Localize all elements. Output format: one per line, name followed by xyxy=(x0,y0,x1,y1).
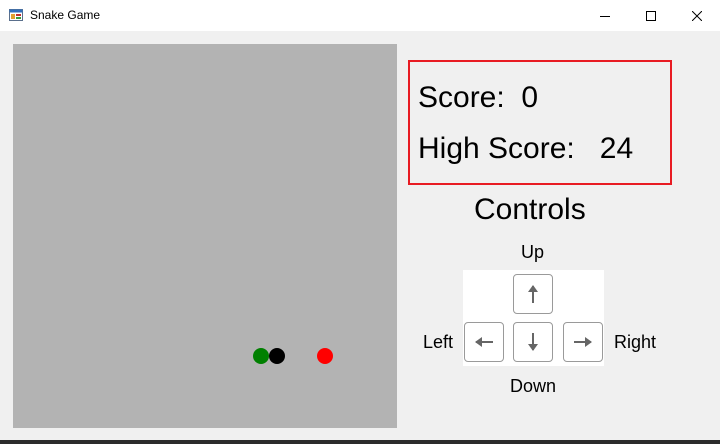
maximize-icon xyxy=(646,10,656,21)
game-board xyxy=(13,44,397,428)
score-label: Score: xyxy=(418,81,505,114)
score-panel xyxy=(408,60,672,185)
arrow-right-icon xyxy=(574,337,592,347)
score-value: 0 xyxy=(521,81,539,114)
window-title: Snake Game xyxy=(30,8,101,22)
high-score-row: High Score: 24 xyxy=(418,132,633,166)
high-score-label: High Score: xyxy=(418,132,575,165)
snake-head xyxy=(253,348,269,364)
left-label: Left xyxy=(423,332,454,352)
arrow-down-icon xyxy=(528,333,538,351)
close-icon xyxy=(692,10,702,21)
app-icon xyxy=(9,9,23,21)
window-bottom-edge xyxy=(0,440,720,444)
arrow-left-icon xyxy=(475,337,493,347)
down-label: Down xyxy=(510,376,557,396)
up-label: Up xyxy=(521,242,545,262)
down-button[interactable] xyxy=(513,322,553,362)
arrow-up-icon xyxy=(528,285,538,303)
title-bar: Snake Game xyxy=(0,0,720,31)
controls-title: Controls xyxy=(474,193,586,226)
minimize-icon xyxy=(600,15,610,17)
maximize-button[interactable] xyxy=(628,0,674,31)
snake-body-segment xyxy=(269,348,285,364)
up-button[interactable] xyxy=(513,274,553,314)
right-button[interactable] xyxy=(563,322,603,362)
left-button[interactable] xyxy=(464,322,504,362)
minimize-button[interactable] xyxy=(582,0,628,31)
food-pellet xyxy=(317,348,333,364)
high-score-value: 24 xyxy=(599,132,634,165)
right-label: Right xyxy=(614,332,657,352)
close-button[interactable] xyxy=(674,0,720,31)
score-row: Score: 0 xyxy=(418,81,538,115)
